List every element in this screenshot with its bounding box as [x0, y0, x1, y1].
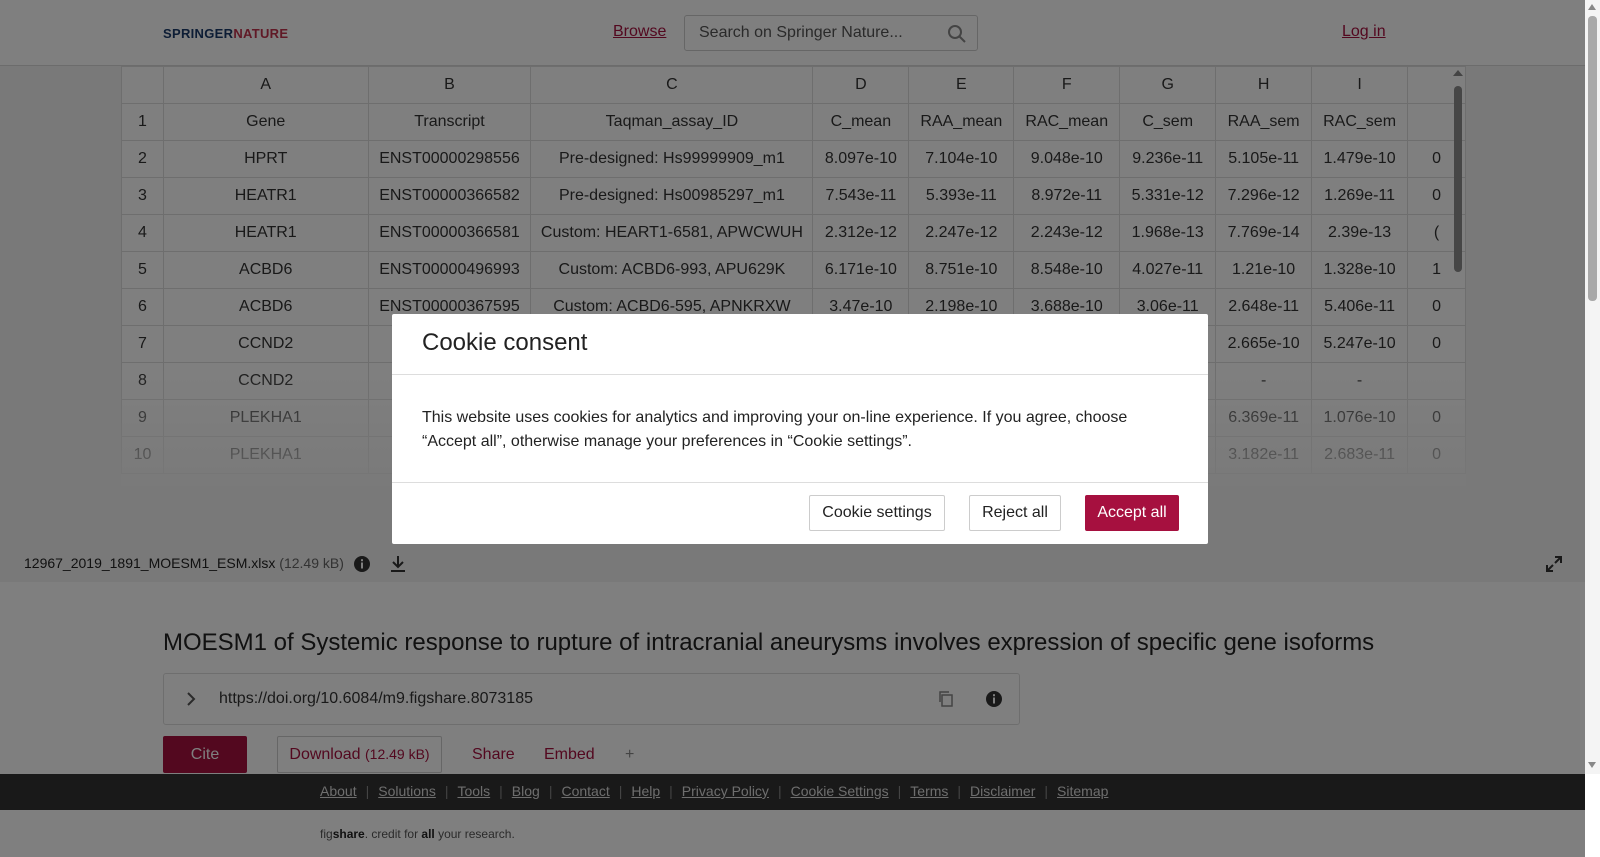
cookie-settings-button[interactable]: Cookie settings [809, 495, 945, 531]
page-scroll-down-icon[interactable] [1588, 762, 1596, 768]
page-scrollbar-thumb[interactable] [1588, 16, 1597, 301]
cookie-dialog-header: Cookie consent [392, 314, 1208, 375]
cookie-dialog-body: This website uses cookies for analytics … [392, 375, 1208, 483]
page-scrollbar[interactable] [1585, 0, 1600, 774]
cookie-dialog-title: Cookie consent [422, 329, 588, 356]
cookie-consent-dialog: Cookie consent This website uses cookies… [392, 314, 1208, 544]
cookie-dialog-text: This website uses cookies for analytics … [422, 409, 1128, 450]
cookie-dialog-footer: Cookie settings Reject all Accept all [392, 483, 1208, 543]
accept-all-button[interactable]: Accept all [1085, 495, 1179, 531]
reject-all-button[interactable]: Reject all [969, 495, 1061, 531]
page-scroll-up-icon[interactable] [1588, 4, 1596, 10]
